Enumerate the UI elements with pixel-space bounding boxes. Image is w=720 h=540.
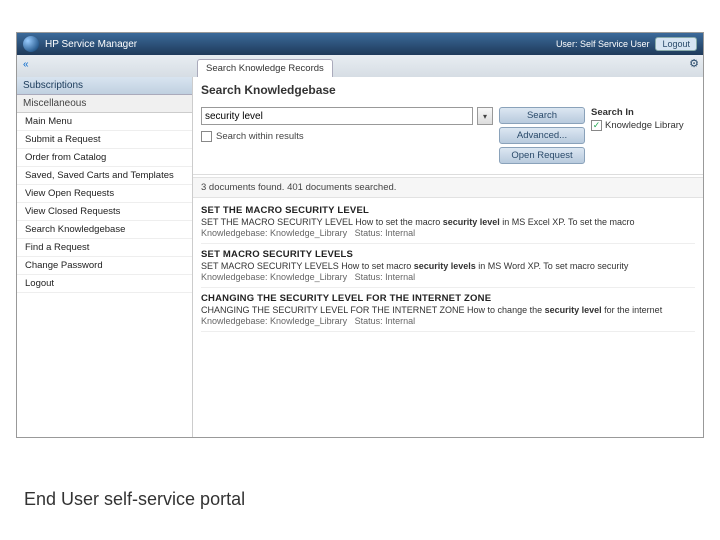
sidebar-item-change-password[interactable]: Change Password [17, 257, 192, 275]
sidebar-item-view-closed[interactable]: View Closed Requests [17, 203, 192, 221]
result-title: SET MACRO SECURITY LEVELS [201, 249, 695, 260]
logout-button[interactable]: Logout [655, 37, 697, 51]
slide-caption: End User self-service portal [24, 489, 245, 510]
result-title: SET THE MACRO SECURITY LEVEL [201, 205, 695, 216]
result-meta: Knowledgebase: Knowledge_Library Status:… [201, 228, 695, 238]
result-meta: Knowledgebase: Knowledge_Library Status:… [201, 272, 695, 282]
sidebar-item-logout[interactable]: Logout [17, 275, 192, 293]
sidebar-section-misc[interactable]: Miscellaneous [17, 95, 192, 113]
sidebar-item-find-request[interactable]: Find a Request [17, 239, 192, 257]
result-item[interactable]: CHANGING THE SECURITY LEVEL FOR THE INTE… [201, 288, 695, 332]
sidebar-item-search-kb[interactable]: Search Knowledgebase [17, 221, 192, 239]
main-panel: Search Knowledgebase ▾ Search within res… [193, 77, 703, 437]
search-in-checkbox[interactable]: ✓ [591, 120, 602, 131]
result-meta: Knowledgebase: Knowledge_Library Status:… [201, 316, 695, 326]
search-within-checkbox[interactable] [201, 131, 212, 142]
result-summary: SET THE MACRO SECURITY LEVEL How to set … [201, 217, 695, 227]
page-title: Search Knowledgebase [193, 77, 703, 103]
search-input[interactable] [201, 107, 473, 125]
search-in-title: Search In [591, 107, 695, 118]
results-list: SET THE MACRO SECURITY LEVEL SET THE MAC… [193, 198, 703, 334]
user-label: User: Self Service User [556, 39, 650, 49]
sidebar-item-main-menu[interactable]: Main Menu [17, 113, 192, 131]
app-title: HP Service Manager [45, 39, 137, 50]
sidebar: Subscriptions Miscellaneous Main Menu Su… [17, 77, 193, 437]
sidebar-item-view-open[interactable]: View Open Requests [17, 185, 192, 203]
search-button[interactable]: Search [499, 107, 585, 124]
open-request-button[interactable]: Open Request [499, 147, 585, 164]
result-item[interactable]: SET THE MACRO SECURITY LEVEL SET THE MAC… [201, 200, 695, 244]
search-within-label: Search within results [216, 131, 304, 142]
chevron-down-icon[interactable]: ▾ [477, 107, 493, 125]
result-title: CHANGING THE SECURITY LEVEL FOR THE INTE… [201, 293, 695, 304]
sidebar-section-subscriptions[interactable]: Subscriptions [17, 77, 192, 95]
divider [193, 174, 703, 175]
titlebar: HP Service Manager User: Self Service Us… [17, 33, 703, 55]
sidebar-item-saved-carts[interactable]: Saved, Saved Carts and Templates [17, 167, 192, 185]
result-item[interactable]: SET MACRO SECURITY LEVELS SET MACRO SECU… [201, 244, 695, 288]
sidebar-item-order-catalog[interactable]: Order from Catalog [17, 149, 192, 167]
sidebar-item-submit-request[interactable]: Submit a Request [17, 131, 192, 149]
tab-bar: « Search Knowledge Records ⚙ [17, 55, 703, 77]
hp-logo-icon [23, 36, 39, 52]
results-count: 3 documents found. 401 documents searche… [193, 177, 703, 198]
advanced-button[interactable]: Advanced... [499, 127, 585, 144]
gear-icon[interactable]: ⚙ [689, 57, 699, 70]
result-summary: CHANGING THE SECURITY LEVEL FOR THE INTE… [201, 305, 695, 315]
collapse-sidebar-icon[interactable]: « [23, 59, 29, 70]
tab-search-knowledge-records[interactable]: Search Knowledge Records [197, 59, 333, 77]
hp-service-manager-window: HP Service Manager User: Self Service Us… [16, 32, 704, 438]
result-summary: SET MACRO SECURITY LEVELS How to set mac… [201, 261, 695, 271]
search-in-item-label: Knowledge Library [605, 120, 684, 131]
